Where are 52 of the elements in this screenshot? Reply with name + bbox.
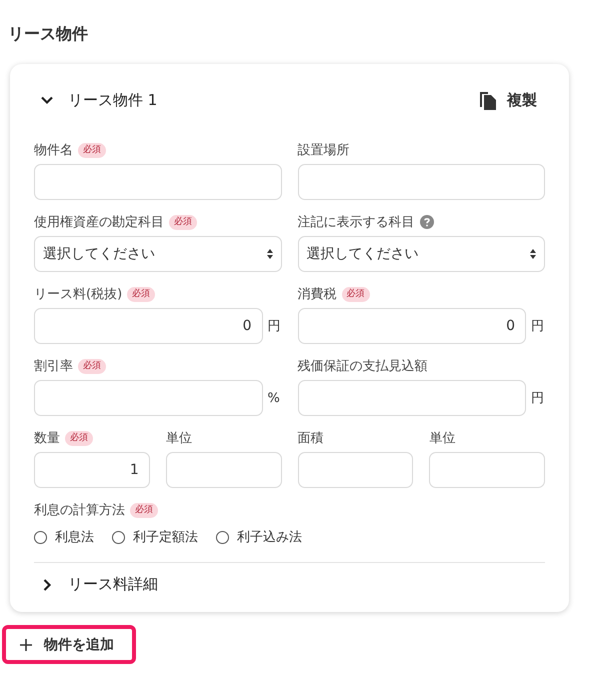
unit-label: 円 (531, 318, 545, 335)
field-label: 使用権資産の勘定科目 (34, 214, 164, 231)
input-field[interactable] (298, 452, 414, 488)
field-label: 面積 (298, 430, 324, 447)
input-field[interactable] (34, 380, 262, 416)
field-label: 数量 (34, 430, 60, 447)
field-label: リース料(税抜) (34, 286, 122, 303)
field-label: 物件名 (34, 142, 73, 159)
field-label: 利息の計算方法 (34, 502, 125, 519)
required-badge: 必須 (130, 502, 158, 518)
field-label: 残価保証の支払見込額 (298, 358, 428, 375)
radio-circle[interactable] (34, 530, 47, 544)
field-label: 設置場所 (298, 142, 350, 159)
input-field[interactable] (166, 452, 282, 488)
updown-icon (530, 249, 536, 259)
input-field[interactable] (34, 164, 282, 200)
plus-icon (20, 638, 32, 650)
section-title: リース物件 (8, 23, 88, 45)
unit-label: % (268, 390, 281, 406)
copy-icon (479, 90, 497, 110)
field-label: 消費税 (298, 286, 336, 303)
field-label: 単位 (166, 430, 192, 447)
input-field[interactable]: 0 (298, 308, 526, 344)
help-icon[interactable] (420, 215, 434, 229)
field-label: 注記に表示する科目 (298, 214, 414, 231)
required-badge: 必須 (342, 286, 370, 302)
details-toggle[interactable]: リース料詳細 (34, 575, 158, 594)
required-badge: 必須 (78, 142, 106, 158)
field-label: 割引率 (34, 358, 73, 375)
radio-option[interactable]: 利息法 (34, 528, 94, 546)
select-field[interactable]: 選択してください (34, 236, 282, 272)
required-badge: 必須 (78, 358, 106, 374)
add-item-button[interactable]: 物件を追加 (2, 625, 136, 664)
input-field[interactable]: 0 (34, 308, 262, 344)
required-badge: 必須 (127, 286, 156, 302)
input-field[interactable] (298, 380, 526, 416)
radio-circle[interactable] (216, 530, 229, 544)
input-field[interactable] (429, 452, 545, 488)
input-field[interactable] (298, 164, 545, 200)
updown-icon (266, 249, 272, 259)
radio-option[interactable]: 利子定額法 (112, 528, 198, 546)
required-badge: 必須 (169, 214, 197, 230)
input-field[interactable]: 1 (34, 452, 150, 488)
required-badge: 必須 (65, 430, 93, 446)
radio-option[interactable]: 利子込み法 (216, 528, 302, 546)
unit-label: 円 (268, 318, 282, 335)
accordion-toggle[interactable]: リース物件 1 (34, 90, 158, 110)
unit-label: 円 (531, 390, 545, 407)
copy-button[interactable]: 複製 (479, 90, 545, 110)
select-field[interactable]: 選択してください (298, 236, 545, 272)
field-label: 単位 (429, 430, 456, 447)
radio-circle[interactable] (112, 530, 125, 544)
